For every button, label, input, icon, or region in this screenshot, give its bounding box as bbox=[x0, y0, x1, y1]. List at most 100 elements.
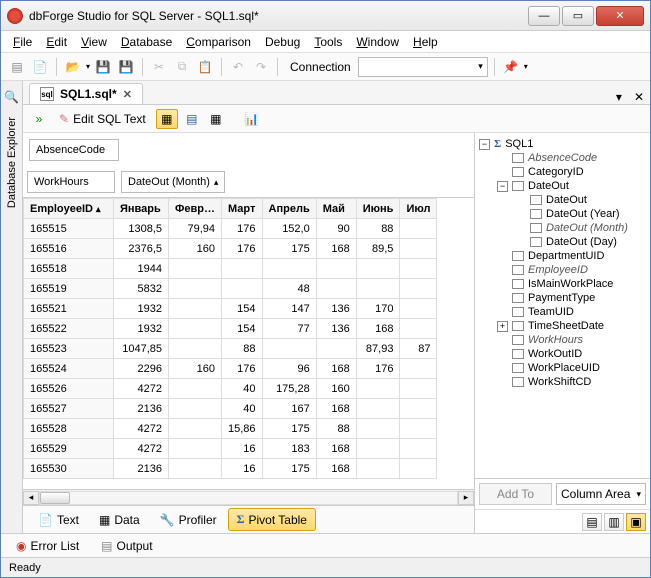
row-header[interactable]: 165529 bbox=[24, 439, 114, 459]
paste-icon[interactable]: 📋 bbox=[195, 57, 215, 77]
cell[interactable]: 4272 bbox=[114, 419, 169, 439]
cell[interactable]: 167 bbox=[262, 399, 316, 419]
cell[interactable]: 88 bbox=[356, 219, 400, 239]
row-header[interactable]: 165515 bbox=[24, 219, 114, 239]
layout3-icon[interactable]: ▦ bbox=[206, 109, 226, 129]
cell[interactable] bbox=[400, 459, 437, 479]
cell[interactable]: 168 bbox=[316, 439, 356, 459]
cell[interactable] bbox=[400, 359, 437, 379]
expand-icon[interactable]: + bbox=[497, 321, 508, 332]
cell[interactable] bbox=[262, 259, 316, 279]
scroll-right-icon[interactable]: ▸ bbox=[458, 491, 474, 505]
row-header[interactable]: 165524 bbox=[24, 359, 114, 379]
cell[interactable] bbox=[400, 439, 437, 459]
horizontal-scrollbar[interactable]: ◂ ▸ bbox=[23, 489, 474, 505]
pivot-row-field[interactable]: WorkHours bbox=[27, 171, 115, 193]
db-nav-icon[interactable]: 🔍 bbox=[2, 87, 22, 107]
cell[interactable] bbox=[169, 339, 222, 359]
cell[interactable]: 1047,85 bbox=[114, 339, 169, 359]
cell[interactable] bbox=[169, 319, 222, 339]
new-sql-icon[interactable]: ▤ bbox=[7, 57, 27, 77]
cell[interactable]: 160 bbox=[169, 359, 222, 379]
tab-output[interactable]: ▤Output bbox=[92, 535, 161, 557]
cell[interactable]: 168 bbox=[356, 319, 400, 339]
tree-node[interactable]: WorkOutID bbox=[479, 347, 646, 361]
row-header[interactable]: 165518 bbox=[24, 259, 114, 279]
tree-node[interactable]: DateOut (Year) bbox=[479, 207, 646, 221]
save-all-icon[interactable]: 💾 bbox=[116, 57, 136, 77]
pivot-col-header[interactable]: Март bbox=[222, 199, 263, 219]
cell[interactable]: 1944 bbox=[114, 259, 169, 279]
file-tab-sql1[interactable]: sql SQL1.sql* ✕ bbox=[29, 83, 143, 104]
tab-data[interactable]: ▦Data bbox=[90, 509, 149, 531]
cell[interactable]: 4272 bbox=[114, 439, 169, 459]
cell[interactable]: 40 bbox=[222, 399, 263, 419]
tree-node[interactable]: AbsenceCode bbox=[479, 151, 646, 165]
cell[interactable] bbox=[356, 439, 400, 459]
cell[interactable]: 89,5 bbox=[356, 239, 400, 259]
copy-icon[interactable]: ⧉ bbox=[172, 57, 192, 77]
collapse-icon[interactable]: − bbox=[497, 181, 508, 192]
pivot-col-header[interactable]: Январь bbox=[114, 199, 169, 219]
cell[interactable]: 15,86 bbox=[222, 419, 263, 439]
cell[interactable]: 160 bbox=[316, 379, 356, 399]
cell[interactable]: 175,28 bbox=[262, 379, 316, 399]
open-folder-icon[interactable]: 📂 bbox=[63, 57, 83, 77]
cell[interactable] bbox=[400, 319, 437, 339]
edit-sql-text-button[interactable]: ✎ Edit SQL Text bbox=[53, 110, 152, 128]
menu-database[interactable]: Database bbox=[115, 33, 178, 51]
tree-node[interactable]: CategoryID bbox=[479, 165, 646, 179]
cell[interactable]: 176 bbox=[222, 359, 263, 379]
cell[interactable] bbox=[262, 339, 316, 359]
menu-edit[interactable]: Edit bbox=[40, 33, 73, 51]
tree-node[interactable]: +TimeSheetDate bbox=[479, 319, 646, 333]
pivot-col-header[interactable]: Февр… bbox=[169, 199, 222, 219]
cell[interactable]: 88 bbox=[222, 339, 263, 359]
cell[interactable]: 2136 bbox=[114, 459, 169, 479]
new-query-icon[interactable]: 📄 bbox=[30, 57, 50, 77]
menu-comparison[interactable]: Comparison bbox=[180, 33, 257, 51]
pin-icon[interactable]: 📌 bbox=[501, 57, 521, 77]
row-header[interactable]: 165526 bbox=[24, 379, 114, 399]
menu-help[interactable]: Help bbox=[407, 33, 444, 51]
tree-node[interactable]: IsMainWorkPlace bbox=[479, 277, 646, 291]
cell[interactable] bbox=[356, 259, 400, 279]
cell[interactable] bbox=[169, 299, 222, 319]
tree-node[interactable]: DateOut (Day) bbox=[479, 235, 646, 249]
cell[interactable]: 168 bbox=[316, 459, 356, 479]
row-header[interactable]: 165522 bbox=[24, 319, 114, 339]
tree-node[interactable]: WorkShiftCD bbox=[479, 375, 646, 389]
row-header[interactable]: 165523 bbox=[24, 339, 114, 359]
tree-node[interactable]: PaymentType bbox=[479, 291, 646, 305]
cell[interactable] bbox=[169, 379, 222, 399]
cell[interactable] bbox=[316, 279, 356, 299]
cell[interactable]: 96 bbox=[262, 359, 316, 379]
area-dropdown[interactable]: Column Area▾ bbox=[556, 483, 646, 505]
cell[interactable]: 5832 bbox=[114, 279, 169, 299]
cell[interactable]: 1932 bbox=[114, 299, 169, 319]
cell[interactable]: 168 bbox=[316, 359, 356, 379]
menu-window[interactable]: Window bbox=[350, 33, 405, 51]
row-header[interactable]: 165530 bbox=[24, 459, 114, 479]
cell[interactable] bbox=[169, 279, 222, 299]
close-tab-icon[interactable]: ✕ bbox=[123, 88, 132, 101]
menu-file[interactable]: File bbox=[7, 33, 38, 51]
chart-icon[interactable]: 📊 bbox=[242, 109, 262, 129]
cell[interactable] bbox=[356, 399, 400, 419]
pivot-filter-field[interactable]: AbsenceCode bbox=[29, 139, 119, 161]
close-button[interactable]: ✕ bbox=[596, 6, 644, 26]
layout2-icon[interactable]: ▤ bbox=[182, 109, 202, 129]
cell[interactable]: 147 bbox=[262, 299, 316, 319]
layout-btn-3[interactable]: ▣ bbox=[626, 513, 646, 531]
cell[interactable]: 154 bbox=[222, 319, 263, 339]
cell[interactable]: 2296 bbox=[114, 359, 169, 379]
cell[interactable] bbox=[400, 219, 437, 239]
cell[interactable]: 16 bbox=[222, 459, 263, 479]
menu-debug[interactable]: Debug bbox=[259, 33, 306, 51]
open-dropdown-icon[interactable]: ▾ bbox=[86, 62, 90, 71]
cell[interactable] bbox=[400, 259, 437, 279]
pivot-col-header[interactable]: Июнь bbox=[356, 199, 400, 219]
cell[interactable]: 87,93 bbox=[356, 339, 400, 359]
cell[interactable]: 79,94 bbox=[169, 219, 222, 239]
cell[interactable] bbox=[169, 259, 222, 279]
